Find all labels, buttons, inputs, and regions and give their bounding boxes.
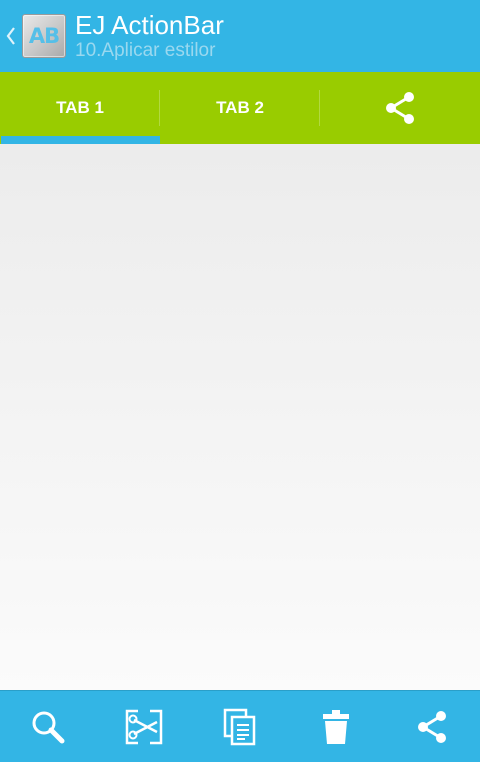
share-icon [414,709,450,745]
share-button[interactable] [384,691,480,762]
cut-icon [124,708,164,746]
search-icon [30,709,66,745]
share-icon [382,90,418,126]
trash-icon [321,709,351,745]
copy-icon [223,708,257,746]
app-logo-text: AB [28,24,60,48]
delete-button[interactable] [288,691,384,762]
action-bar: AB EJ ActionBar 10.Aplicar estilor [0,0,480,72]
tab-1[interactable]: TAB 1 [0,72,160,144]
app-logo[interactable]: AB [22,14,66,58]
tab-1-label: TAB 1 [56,98,104,117]
tab-selected-indicator [1,136,160,144]
tab-bar: TAB 1 TAB 2 [0,72,480,144]
search-button[interactable] [0,691,96,762]
action-bar-titles: EJ ActionBar 10.Aplicar estilor [75,11,224,62]
cut-button[interactable] [96,691,192,762]
action-bar-title: EJ ActionBar [75,9,224,40]
tab-share[interactable] [320,72,480,144]
split-action-bar [0,690,480,762]
chevron-left-icon[interactable] [2,0,20,72]
copy-button[interactable] [192,691,288,762]
main-content [0,144,480,690]
tab-2-label: TAB 2 [216,98,264,117]
action-bar-subtitle: 10.Aplicar estilor [75,39,216,61]
tab-2[interactable]: TAB 2 [160,72,320,144]
